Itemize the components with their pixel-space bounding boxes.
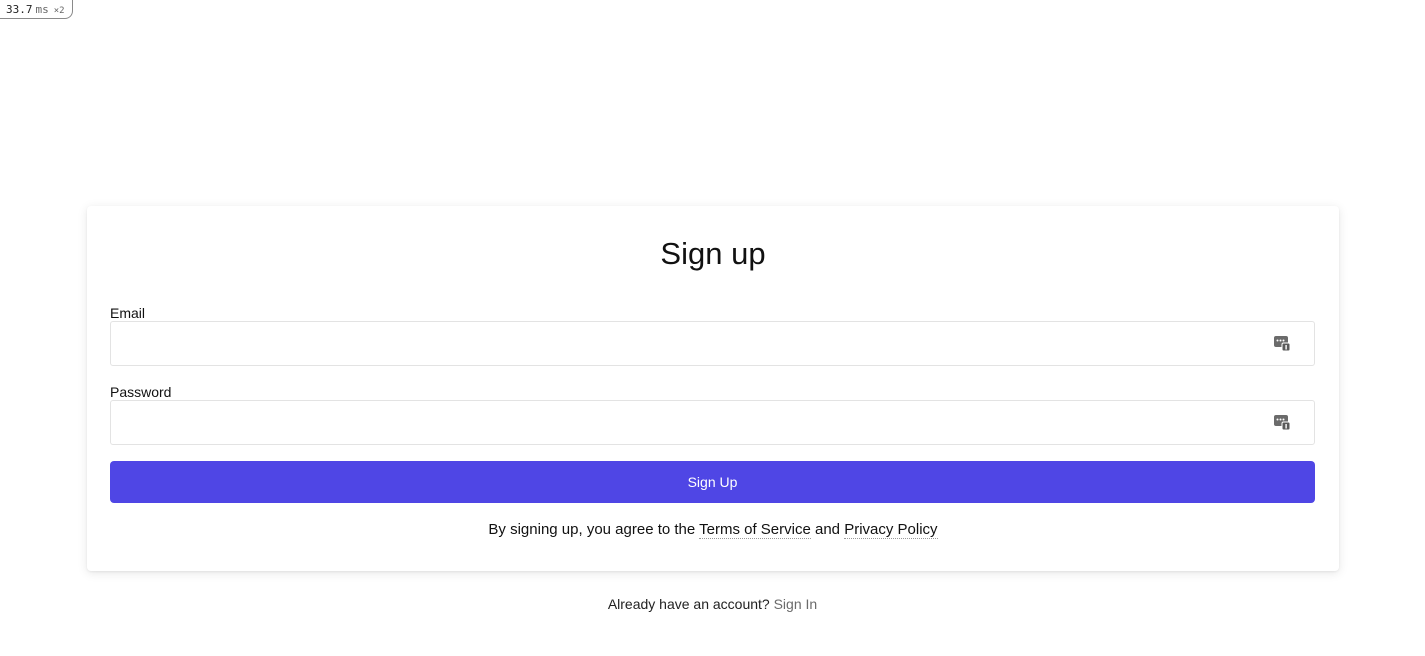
page-title: Sign up	[660, 236, 766, 271]
password-label: Password	[110, 384, 172, 400]
perf-multiplier: ×2	[53, 6, 65, 16]
perf-badge: 33.7 ms ×2	[0, 0, 73, 19]
password-manager-icon[interactable]	[1273, 334, 1291, 352]
email-field-wrapper	[110, 321, 1315, 366]
signin-link[interactable]: Sign In	[774, 596, 818, 612]
signup-card: Sign up Email Password Sign Up By signin…	[87, 206, 1339, 571]
signup-button[interactable]: Sign Up	[110, 461, 1315, 503]
password-manager-icon[interactable]	[1273, 413, 1291, 431]
terms-and: and	[810, 521, 845, 538]
terms-prefix: By signing up, you agree to the	[488, 521, 700, 538]
privacy-policy-link[interactable]: Privacy Policy	[844, 521, 938, 539]
signin-prompt-text: Already have an account?	[607, 596, 774, 612]
perf-unit: ms	[35, 3, 49, 16]
signin-prompt: Already have an account? Sign In	[0, 594, 1425, 614]
email-field[interactable]	[111, 322, 1314, 365]
password-field-wrapper	[110, 400, 1315, 445]
terms-of-service-link[interactable]: Terms of Service	[699, 521, 811, 539]
email-label: Email	[110, 305, 146, 321]
password-field[interactable]	[111, 401, 1314, 444]
perf-value: 33.7	[6, 3, 33, 16]
terms-notice: By signing up, you agree to the Terms of…	[87, 520, 1339, 540]
